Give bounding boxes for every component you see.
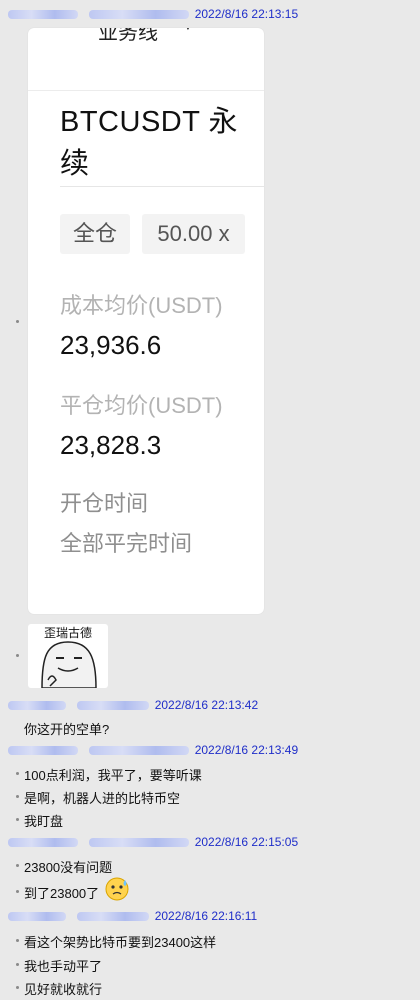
message-bullet xyxy=(16,772,19,775)
timestamp: 2022/8/16 22:13:42 xyxy=(154,698,259,712)
card-cut-text: 业务线 xyxy=(98,28,158,44)
screenshot-image[interactable]: 业务线 ▼ BTCUSDT 永续 全仓 50.00 x 成本均价(USDT) 2… xyxy=(28,28,264,614)
sender-name-blurred xyxy=(8,912,66,922)
message-header: 2022/8/16 22:13:42 xyxy=(0,697,258,713)
avg-cost-value: 23,936.6 xyxy=(60,330,162,360)
open-time-label: 开仓时间 xyxy=(60,491,149,516)
sender-name-blurred xyxy=(8,838,78,848)
timestamp: 2022/8/16 22:16:11 xyxy=(154,909,258,923)
message-bullet xyxy=(16,654,19,657)
message-bullet xyxy=(16,890,19,893)
message-header: 2022/8/16 22:13:15 xyxy=(0,6,298,22)
message-text: 我盯盘 xyxy=(24,814,64,829)
message-text: 是啊，机器人进的比特币空 xyxy=(24,791,181,806)
message-header: 2022/8/16 22:13:49 xyxy=(0,742,298,758)
message-bullet xyxy=(16,864,19,867)
sender-id-blurred xyxy=(89,746,190,756)
message-text: 到了23800了 xyxy=(24,886,100,901)
message-text: 见好就收就行 xyxy=(24,982,103,997)
timestamp: 2022/8/16 22:13:49 xyxy=(194,743,299,757)
timestamp: 2022/8/16 22:15:05 xyxy=(194,835,299,849)
sender-id-blurred xyxy=(77,701,150,711)
sender-id-blurred xyxy=(77,912,150,922)
message-text: 23800没有问题 xyxy=(24,860,113,875)
message-bullet xyxy=(16,939,19,942)
message-bullet xyxy=(16,963,19,966)
sender-name-blurred xyxy=(8,746,78,756)
message-text: 100点利润，我平了，要等听课 xyxy=(24,768,202,783)
message-bullet xyxy=(16,795,19,798)
timestamp: 2022/8/16 22:13:15 xyxy=(194,7,299,21)
avg-close-value: 23,828.3 xyxy=(60,430,162,460)
message-bullet xyxy=(16,986,19,989)
avg-cost-label: 成本均价(USDT) xyxy=(60,293,223,318)
sender-id-blurred xyxy=(89,838,190,848)
margin-mode-badge: 全仓 xyxy=(60,214,130,254)
message-text: 看这个架势比特币要到23400这样 xyxy=(24,935,217,950)
divider xyxy=(60,186,264,187)
message-bullet xyxy=(16,320,19,323)
sticker-image[interactable]: 歪瑞古德 xyxy=(28,624,108,688)
sender-id-blurred xyxy=(89,10,190,20)
close-time-label: 全部平完时间 xyxy=(60,531,193,556)
smug-doge-icon xyxy=(41,641,97,688)
message-header: 2022/8/16 22:16:11 xyxy=(0,908,257,924)
message-bullet xyxy=(16,818,19,821)
contract-title: BTCUSDT 永续 xyxy=(60,106,238,180)
thinking-sweat-emoji-icon xyxy=(105,877,129,901)
divider xyxy=(28,90,264,91)
message-text: 你这开的空单? xyxy=(24,722,110,737)
avg-close-label: 平仓均价(USDT) xyxy=(60,393,223,418)
message-header: 2022/8/16 22:15:05 xyxy=(0,834,298,850)
sender-name-blurred xyxy=(8,701,66,711)
caret-down-icon: ▼ xyxy=(183,28,193,33)
sender-name-blurred xyxy=(8,10,78,20)
leverage-badge: 50.00 x xyxy=(142,214,245,254)
message-text: 我也手动平了 xyxy=(24,959,103,974)
